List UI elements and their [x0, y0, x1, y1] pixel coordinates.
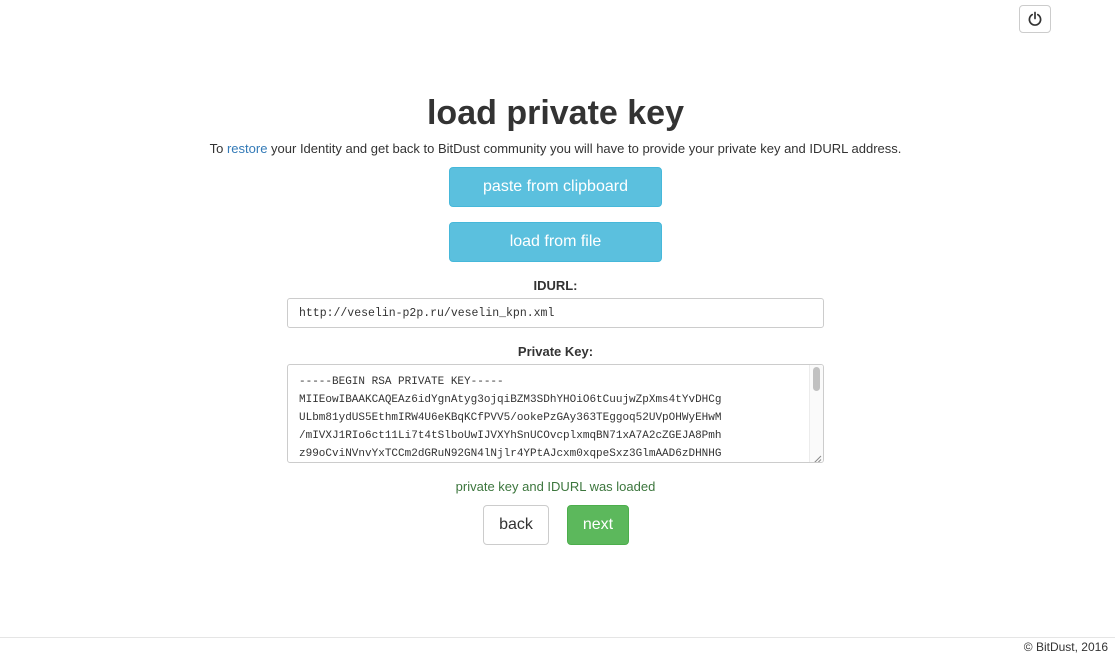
intro-text: To restore your Identity and get back to…: [0, 141, 1111, 157]
idurl-input[interactable]: [287, 298, 824, 328]
resize-grip-icon[interactable]: [812, 451, 822, 462]
power-button[interactable]: [1019, 5, 1051, 33]
scrollbar-thumb[interactable]: [813, 367, 820, 391]
private-key-textarea[interactable]: -----BEGIN RSA PRIVATE KEY----- MIIEowIB…: [287, 364, 824, 463]
private-key-label: Private Key:: [517, 344, 594, 359]
status-message: private key and IDURL was loaded: [455, 479, 656, 494]
private-key-text[interactable]: -----BEGIN RSA PRIVATE KEY----- MIIEowIB…: [299, 373, 799, 462]
private-key-scrollbar[interactable]: [809, 365, 823, 462]
footer-divider: [0, 637, 1115, 638]
intro-before: To: [209, 141, 227, 156]
paste-from-clipboard-button[interactable]: paste from clipboard: [449, 167, 662, 207]
power-icon: [1027, 11, 1043, 27]
restore-link[interactable]: restore: [227, 141, 267, 156]
next-button[interactable]: next: [567, 505, 629, 545]
back-button[interactable]: back: [483, 505, 549, 545]
footer-copyright: © BitDust, 2016: [1023, 640, 1108, 654]
page-title: load private key: [426, 94, 684, 132]
load-from-file-button[interactable]: load from file: [449, 222, 662, 262]
idurl-label: IDURL:: [533, 278, 578, 293]
intro-after: your Identity and get back to BitDust co…: [267, 141, 902, 156]
